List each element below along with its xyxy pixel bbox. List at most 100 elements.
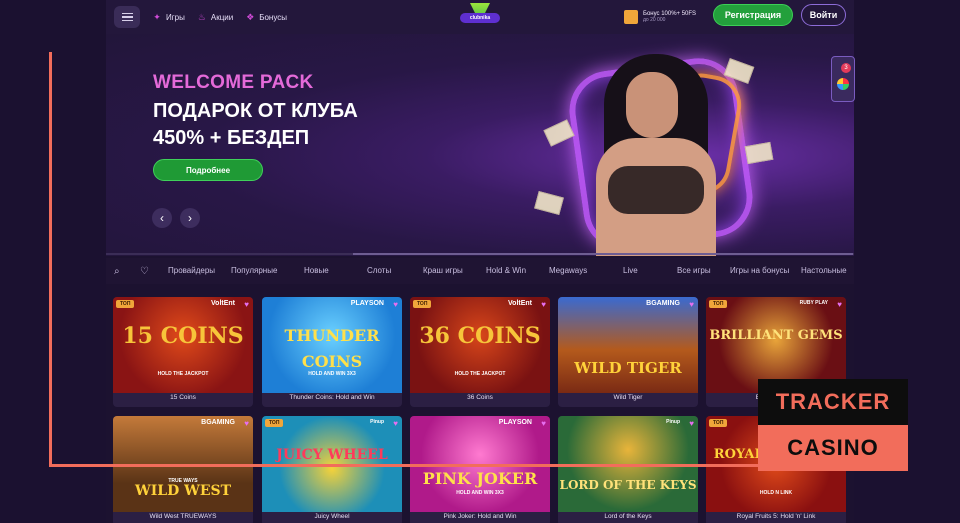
top-badge: ТОП (413, 300, 432, 308)
nav-games[interactable]: ✦ Игры (152, 12, 185, 22)
hero-banner[interactable]: WELCOME PACK ПОДАРОК ОТ КЛУБА 450% + БЕЗ… (106, 34, 854, 256)
game-logo-text: BRILLIANT GEMS (709, 328, 843, 343)
login-button[interactable]: Войти (801, 4, 846, 26)
fire-icon: ♨ (197, 12, 206, 22)
carousel-next-button[interactable]: › (180, 208, 200, 228)
game-logo-sub: HOLD AND WIN 3X3 (308, 371, 356, 377)
filter-popular[interactable]: Популярные (231, 266, 277, 275)
filter-all-games[interactable]: Все игры (677, 266, 711, 275)
top-badge: ТОП (265, 419, 284, 427)
game-title: Juicy Wheel (314, 513, 350, 520)
filter-megaways[interactable]: Megaways (549, 266, 587, 275)
favorite-heart-icon[interactable]: ♥ (244, 300, 249, 309)
game-title: Thunder Coins: Hold and Win (289, 394, 375, 401)
welcome-bonus-box[interactable]: Бонус 100%+ 50FS до 20 000 (624, 6, 696, 28)
hero-title: ПОДАРОК ОТ КЛУБА 450% + БЕЗДЕП (153, 98, 358, 152)
game-logo-sub: HOLD AND WIN 3X3 (456, 490, 504, 496)
game-card[interactable]: WILD TIGER BGAMING ♥ Wild Tiger (558, 297, 698, 407)
game-title: 36 Coins (467, 394, 493, 401)
game-card[interactable]: WILD WEST TRUE WAYS BGAMING ♥ Wild West … (113, 416, 253, 523)
top-badge: ТОП (709, 419, 728, 427)
favorite-heart-icon[interactable]: ♥ (393, 300, 398, 309)
provider-label: VoltEnt (508, 300, 532, 307)
filter-hold-win[interactable]: Hold & Win (486, 266, 526, 275)
favorite-heart-icon[interactable]: ♥ (689, 419, 694, 428)
top-badge: ТОП (116, 300, 135, 308)
provider-label: BGAMING (201, 419, 235, 426)
nav-bonuses[interactable]: ❖ Бонусы (245, 12, 287, 22)
filter-providers[interactable]: Провайдеры (168, 266, 215, 275)
game-logo-text: 15 COINS (122, 323, 244, 349)
game-card[interactable]: JUICY WHEEL ТОП Pinup ♥ Juicy Wheel (262, 416, 402, 523)
filter-crash[interactable]: Краш игры (423, 266, 463, 275)
carousel-prev-button[interactable]: ‹ (152, 208, 172, 228)
favorite-heart-icon[interactable]: ♥ (393, 419, 398, 428)
hero-model-image (596, 54, 716, 256)
fortune-wheel-widget[interactable]: 3 (831, 56, 855, 102)
watermark-frame-vertical (49, 52, 52, 467)
game-logo-sub: TRUE WAYS (168, 478, 198, 484)
filter-live[interactable]: Live (623, 266, 638, 275)
game-logo-text: 36 COINS (419, 323, 541, 349)
game-logo-sub: HOLD N LINK (759, 490, 793, 496)
provider-label: Pinup (370, 419, 384, 425)
notification-badge: 3 (841, 63, 851, 73)
search-icon[interactable]: ⌕ (114, 266, 130, 277)
game-title: Wild Tiger (613, 394, 643, 401)
filter-slots[interactable]: Слоты (367, 266, 391, 275)
top-bar: ✦ Игры ♨ Акции ❖ Бонусы clubnika Бонус 1… (106, 0, 854, 34)
game-filter-bar: ⌕ ♡ Провайдеры Популярные Новые Слоты Кр… (106, 258, 854, 284)
game-logo-text: LORD OF THE KEYS (559, 478, 697, 492)
game-card[interactable]: PINK JOKER HOLD AND WIN 3X3 PLAYSON ♥ Pi… (410, 416, 550, 523)
provider-label: PLAYSON (350, 300, 384, 307)
game-title: Pink Joker: Hold and Win (443, 513, 517, 520)
game-title: Wild West TRUEWAYS (149, 513, 217, 520)
wheel-icon (837, 78, 849, 90)
bonus-line-2: до 20 000 (643, 17, 666, 23)
top-badge: ТОП (709, 300, 728, 308)
left-background (0, 0, 106, 523)
bonus-gift-icon (624, 10, 638, 24)
game-card[interactable]: THUNDER COINS HOLD AND WIN 3X3 PLAYSON ♥… (262, 297, 402, 407)
game-logo-text: THUNDER COINS (284, 326, 380, 371)
provider-label: RUBY PLAY (799, 300, 828, 306)
provider-label: BGAMING (646, 300, 680, 307)
game-logo-sub: HOLD THE JACKPOT (157, 371, 209, 377)
filter-table[interactable]: Настольные (801, 266, 847, 275)
game-title: 15 Coins (170, 394, 196, 401)
filter-new[interactable]: Новые (304, 266, 329, 275)
game-logo-text: PINK JOKER (422, 469, 538, 488)
game-card[interactable]: 15 COINS HOLD THE JACKPOT ТОП VoltEnt ♥ … (113, 297, 253, 407)
favorite-heart-icon[interactable]: ♥ (837, 300, 842, 309)
hero-title-line-2: 450% + БЕЗДЕП (153, 127, 310, 149)
nav-promotions[interactable]: ♨ Акции (197, 12, 233, 22)
game-card[interactable]: 36 COINS HOLD THE JACKPOT ТОП VoltEnt ♥ … (410, 297, 550, 407)
favorite-heart-icon[interactable]: ♥ (244, 419, 249, 428)
flying-banknote (534, 190, 564, 216)
register-button[interactable]: Регистрация (713, 4, 793, 26)
flying-banknote (744, 141, 774, 165)
game-title: Royal Fruits 5: Hold 'n' Link (736, 513, 816, 520)
nav-games-label: Игры (166, 12, 185, 22)
hero-title-line-1: ПОДАРОК ОТ КЛУБА (153, 100, 358, 122)
favorite-heart-icon[interactable]: ♥ (541, 300, 546, 309)
game-title: Lord of the Keys (604, 513, 652, 520)
watermark-casino: CASINO (758, 425, 908, 471)
favorite-heart-icon[interactable]: ♥ (689, 300, 694, 309)
hamburger-menu-button[interactable] (114, 6, 140, 28)
gift-icon: ❖ (246, 12, 255, 22)
site-logo[interactable]: clubnika (460, 3, 500, 31)
watermark-frame-horizontal (49, 464, 759, 467)
game-card[interactable]: LORD OF THE KEYS Pinup ♥ Lord of the Key… (558, 416, 698, 523)
provider-label: VoltEnt (211, 300, 235, 307)
nav-bonuses-label: Бонусы (259, 12, 288, 22)
hero-subtitle: WELCOME PACK (153, 72, 314, 93)
hero-more-button[interactable]: Подробнее (153, 159, 263, 181)
favorite-heart-icon[interactable]: ♥ (541, 419, 546, 428)
game-logo-text: WILD TIGER (574, 359, 682, 377)
watermark-tracker: TRACKER (758, 379, 908, 425)
logo-text: clubnika (460, 13, 500, 23)
favorites-heart-icon[interactable]: ♡ (140, 266, 156, 277)
filter-bonus-games[interactable]: Игры на бонусы (730, 266, 789, 275)
provider-label: Pinup (666, 419, 680, 425)
